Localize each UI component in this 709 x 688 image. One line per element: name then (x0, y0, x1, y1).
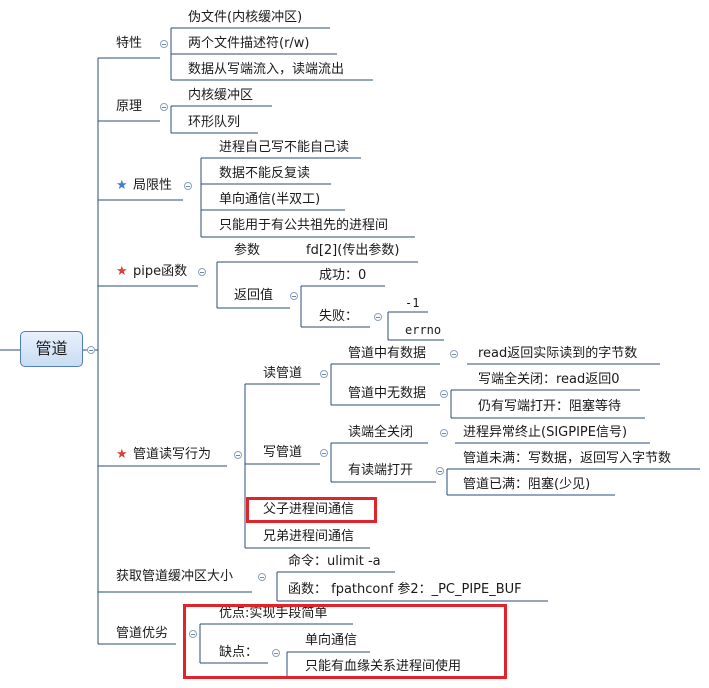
rw-write-read-closed-result[interactable]: 进程异常终止(SIGPIPE信号) (463, 425, 627, 441)
collapse-toggle-ret[interactable] (290, 292, 298, 300)
collapse-toggle-bufsize[interactable] (258, 573, 266, 581)
branch-rw[interactable]: 管道读写行为 (133, 447, 211, 463)
collapse-toggle-read[interactable] (320, 370, 328, 378)
rw-write-label[interactable]: 写管道 (263, 445, 302, 461)
features-item-1[interactable]: 伪文件(内核缓冲区) (188, 10, 302, 26)
pipe-ret-success[interactable]: 成功：0 (319, 268, 366, 284)
highlight-box-parent-child (246, 497, 377, 523)
pipe-ret-label[interactable]: 返回值 (234, 288, 273, 304)
features-item-2[interactable]: 两个文件描述符(r/w) (188, 36, 310, 52)
features-item-3[interactable]: 数据从写端流入，读端流出 (188, 62, 344, 78)
limits-item-3[interactable]: 单向通信(半双工) (219, 192, 320, 208)
bufsize-function[interactable]: 函数： fpathconf 参2：_PC_PIPE_BUF (288, 582, 522, 598)
branch-principle[interactable]: 原理 (116, 99, 142, 115)
principle-item-1[interactable]: 内核缓冲区 (188, 88, 253, 104)
pipe-fail-value-2[interactable]: errno (405, 322, 441, 338)
collapse-toggle-features[interactable] (160, 40, 168, 48)
collapse-toggle-rw[interactable] (234, 451, 242, 459)
collapse-toggle-has-data[interactable] (450, 350, 458, 358)
collapse-toggle-no-data[interactable] (440, 390, 448, 398)
limits-item-1[interactable]: 进程自己写不能自己读 (219, 140, 349, 156)
root-node[interactable]: 管道 (20, 331, 83, 367)
limits-item-2[interactable]: 数据不能反复读 (219, 166, 310, 182)
pipe-ret-fail[interactable]: 失败： (319, 309, 358, 325)
rw-read-has-data[interactable]: 管道中有数据 (348, 346, 426, 362)
rw-write-read-open-result-1[interactable]: 管道未满：写数据，返回写入字节数 (463, 451, 671, 467)
rw-write-read-open[interactable]: 有读端打开 (348, 463, 413, 479)
principle-item-2[interactable]: 环形队列 (188, 115, 240, 131)
collapse-toggle-write[interactable] (320, 449, 328, 457)
star-icon-red: ★ (116, 264, 128, 279)
branch-limits[interactable]: 局限性 (133, 178, 172, 194)
collapse-toggle-limits[interactable] (184, 182, 192, 190)
collapse-toggle-root[interactable] (87, 346, 95, 354)
bufsize-command[interactable]: 命令：ulimit -a (288, 554, 381, 570)
branch-features[interactable]: 特性 (116, 36, 142, 52)
branch-bufsize[interactable]: 获取管道缓冲区大小 (116, 569, 233, 585)
rw-siblings[interactable]: 兄弟进程间通信 (263, 529, 354, 545)
rw-write-read-closed[interactable]: 读端全关闭 (348, 425, 413, 441)
collapse-toggle-read-closed[interactable] (440, 429, 448, 437)
rw-read-no-data-result-1[interactable]: 写端全关闭：read返回0 (478, 372, 620, 388)
pipe-fail-value-1[interactable]: -1 (405, 295, 419, 311)
highlight-box-proscons (183, 604, 507, 679)
rw-read-no-data[interactable]: 管道中无数据 (348, 386, 426, 402)
star-icon-blue: ★ (116, 178, 128, 193)
rw-read-no-data-result-2[interactable]: 仍有写端打开：阻塞等待 (478, 399, 621, 415)
collapse-toggle-read-open[interactable] (436, 467, 444, 475)
star-icon-red: ★ (116, 447, 128, 462)
collapse-toggle-fail[interactable] (374, 313, 382, 321)
pipe-param-value[interactable]: fd[2](传出参数) (306, 243, 399, 259)
branch-pipe-func[interactable]: pipe函数 (133, 264, 187, 280)
limits-item-4[interactable]: 只能用于有公共祖先的进程间 (219, 218, 388, 234)
branch-proscons[interactable]: 管道优劣 (116, 626, 168, 642)
rw-read-label[interactable]: 读管道 (263, 366, 302, 382)
collapse-toggle-principle[interactable] (160, 103, 168, 111)
rw-write-read-open-result-2[interactable]: 管道已满：阻塞(少见) (463, 477, 590, 493)
collapse-toggle-pipe-func[interactable] (198, 268, 206, 276)
pipe-param-label[interactable]: 参数 (234, 243, 260, 259)
rw-read-has-data-result[interactable]: read返回实际读到的字节数 (478, 346, 637, 362)
